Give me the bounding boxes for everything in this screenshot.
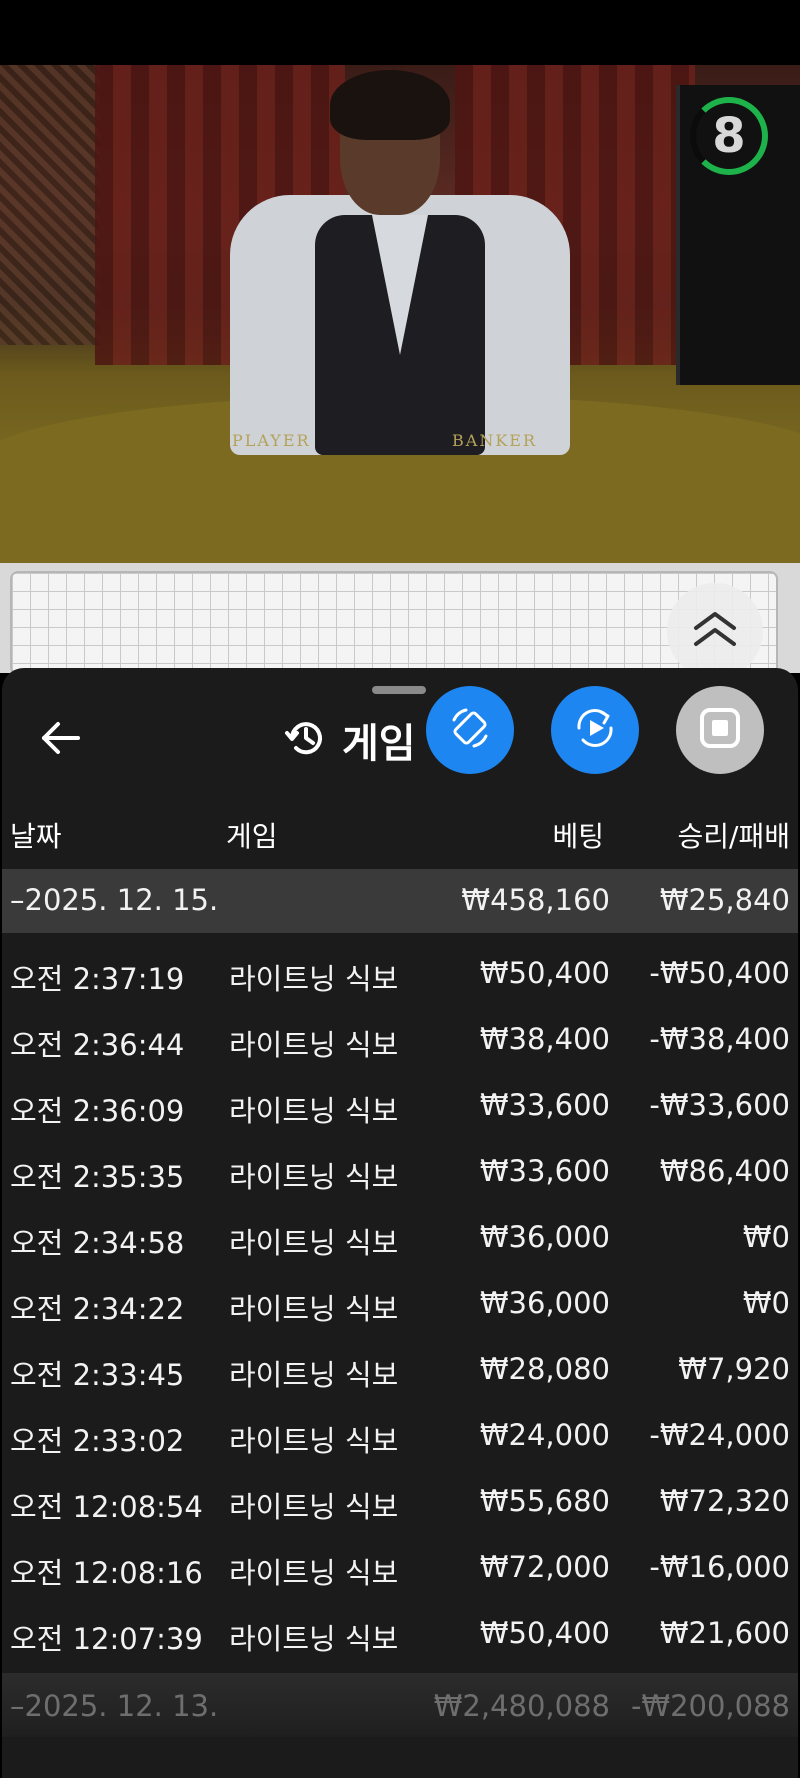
row-bet: ₩50,400 bbox=[479, 956, 610, 990]
felt-label-player: PLAYER bbox=[232, 431, 311, 450]
row-result: ₩0 bbox=[742, 1220, 790, 1254]
column-header-date: 날짜 bbox=[10, 820, 62, 853]
rotate-screen-icon bbox=[446, 704, 494, 756]
date-group-header[interactable]: –2025. 12. 15. ₩458,160 ₩25,840 bbox=[2, 869, 798, 933]
chevron-double-up-icon bbox=[692, 610, 738, 652]
row-bet: ₩72,000 bbox=[479, 1550, 610, 1584]
row-result: ₩7,920 bbox=[678, 1352, 790, 1386]
row-result: ₩86,400 bbox=[659, 1154, 790, 1188]
row-bet: ₩33,600 bbox=[479, 1088, 610, 1122]
arrow-left-icon bbox=[40, 721, 82, 759]
row-game: 라이트닝 식보 bbox=[229, 1160, 399, 1194]
row-game: 라이트닝 식보 bbox=[229, 1424, 399, 1458]
stop-icon bbox=[699, 707, 741, 753]
row-result: -₩16,000 bbox=[649, 1550, 790, 1584]
row-time: 오전 2:36:09 bbox=[10, 1094, 185, 1128]
page-title: 게임 bbox=[342, 721, 416, 767]
row-bet: ₩36,000 bbox=[479, 1286, 610, 1320]
column-header-result: 승리/패배 bbox=[677, 820, 790, 853]
column-header-bet: 베팅 bbox=[552, 820, 604, 853]
row-bet: ₩33,600 bbox=[479, 1154, 610, 1188]
felt-label-banker: BANKER bbox=[452, 431, 537, 450]
roadmap-expand-button[interactable] bbox=[667, 583, 763, 679]
row-time: 오전 2:36:44 bbox=[10, 1028, 185, 1062]
group-result-total: -₩200,088 bbox=[630, 1689, 790, 1723]
row-time: 오전 2:33:02 bbox=[10, 1424, 185, 1458]
history-icon bbox=[284, 716, 328, 764]
row-game: 라이트닝 식보 bbox=[229, 1094, 399, 1128]
row-bet: ₩38,400 bbox=[479, 1022, 610, 1056]
row-time: 오전 12:08:54 bbox=[10, 1490, 203, 1524]
decorative-screen bbox=[0, 65, 100, 345]
row-game: 라이트닝 식보 bbox=[229, 1028, 399, 1062]
row-result: ₩21,600 bbox=[659, 1616, 790, 1650]
row-game: 라이트닝 식보 bbox=[229, 1490, 399, 1524]
row-bet: ₩24,000 bbox=[479, 1418, 610, 1452]
row-result: -₩24,000 bbox=[649, 1418, 790, 1452]
group-bet-total: ₩2,480,088 bbox=[433, 1689, 610, 1723]
row-game: 라이트닝 식보 bbox=[229, 962, 399, 996]
drag-handle[interactable] bbox=[372, 686, 426, 694]
row-bet: ₩36,000 bbox=[479, 1220, 610, 1254]
row-bet: ₩50,400 bbox=[479, 1616, 610, 1650]
back-button[interactable] bbox=[40, 718, 88, 762]
date-group-header[interactable]: –2025. 12. 13. ₩2,480,088 -₩200,088 bbox=[2, 1673, 798, 1737]
row-time: 오전 2:33:45 bbox=[10, 1358, 185, 1392]
replay-icon bbox=[571, 704, 619, 756]
row-game: 라이트닝 식보 bbox=[229, 1556, 399, 1590]
panel-header: 게임 bbox=[284, 712, 416, 768]
group-date: –2025. 12. 13. bbox=[10, 1689, 219, 1723]
row-bet: ₩28,080 bbox=[479, 1352, 610, 1386]
rotate-screen-button[interactable] bbox=[426, 686, 514, 774]
roadmap-grid bbox=[10, 571, 778, 675]
stop-button[interactable] bbox=[676, 686, 764, 774]
row-result: -₩38,400 bbox=[649, 1022, 790, 1056]
group-date: –2025. 12. 15. bbox=[10, 883, 219, 917]
row-game: 라이트닝 식보 bbox=[229, 1358, 399, 1392]
row-time: 오전 2:35:35 bbox=[10, 1160, 185, 1194]
row-game: 라이트닝 식보 bbox=[229, 1622, 399, 1656]
row-result: ₩72,320 bbox=[659, 1484, 790, 1518]
row-bet: ₩55,680 bbox=[479, 1484, 610, 1518]
live-video: PLAYER BANKER bbox=[0, 65, 800, 563]
group-bet-total: ₩458,160 bbox=[461, 883, 610, 917]
row-result: ₩0 bbox=[742, 1286, 790, 1320]
row-result: -₩50,400 bbox=[649, 956, 790, 990]
row-time: 오전 12:08:16 bbox=[10, 1556, 203, 1590]
row-game: 라이트닝 식보 bbox=[229, 1292, 399, 1326]
row-time: 오전 2:34:58 bbox=[10, 1226, 185, 1260]
group-result-total: ₩25,840 bbox=[659, 883, 790, 917]
row-game: 라이트닝 식보 bbox=[229, 1226, 399, 1260]
replay-button[interactable] bbox=[551, 686, 639, 774]
dealer-hair bbox=[330, 70, 450, 140]
column-header-game: 게임 bbox=[226, 820, 278, 853]
status-bar bbox=[0, 0, 800, 65]
countdown-timer: 8 bbox=[690, 97, 768, 175]
row-time: 오전 2:34:22 bbox=[10, 1292, 185, 1326]
row-time: 오전 2:37:19 bbox=[10, 962, 185, 996]
row-time: 오전 12:07:39 bbox=[10, 1622, 203, 1656]
row-result: -₩33,600 bbox=[649, 1088, 790, 1122]
